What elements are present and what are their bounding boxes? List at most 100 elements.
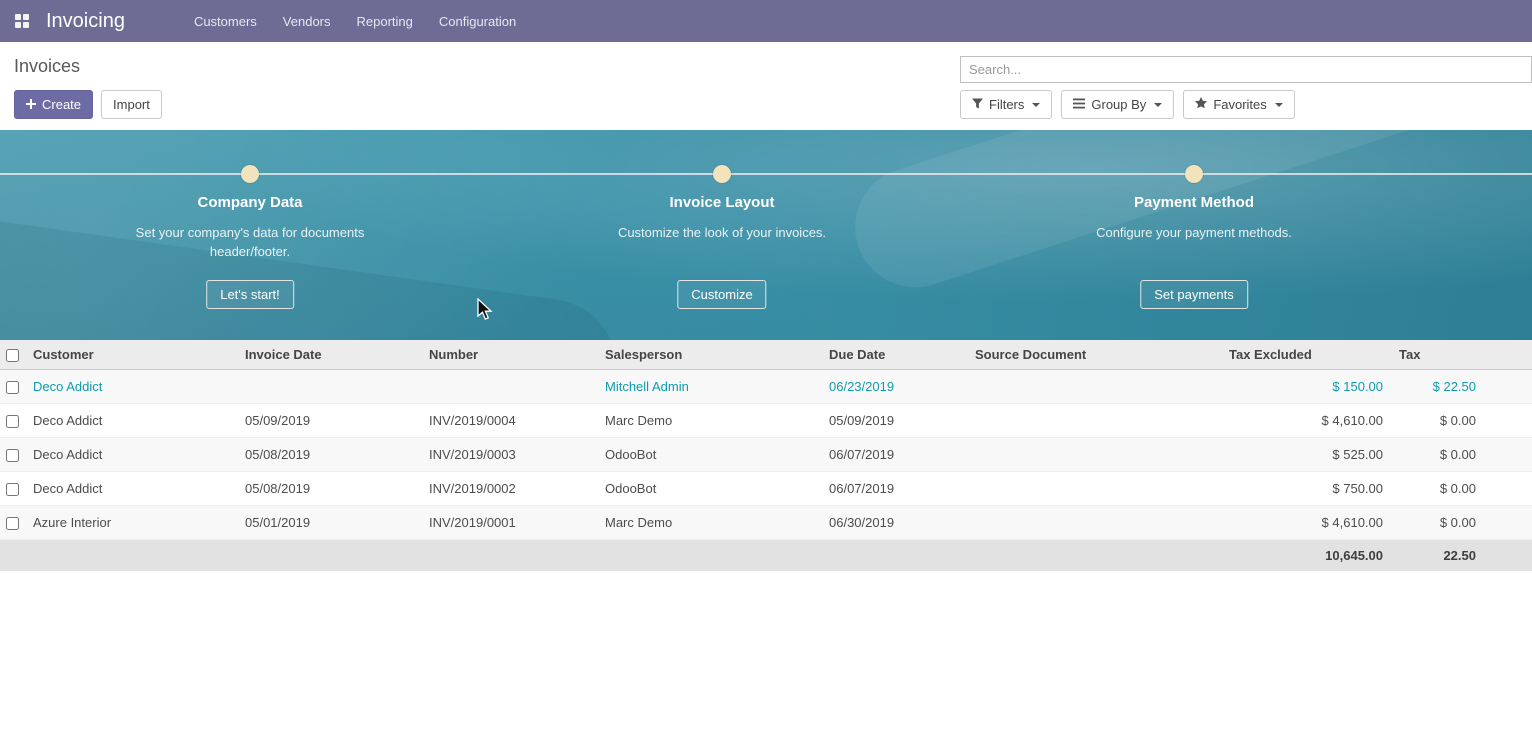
column-header-invoice-date[interactable]: Invoice Date <box>237 340 421 370</box>
cell-customer[interactable]: Deco Addict <box>25 438 237 472</box>
import-button[interactable]: Import <box>101 90 162 119</box>
cell-invoice-date[interactable]: 05/08/2019 <box>237 438 421 472</box>
cell-salesperson[interactable]: OdooBot <box>597 438 821 472</box>
cell-customer[interactable]: Deco Addict <box>25 472 237 506</box>
cell-tax-excluded[interactable]: $ 4,610.00 <box>1221 506 1391 540</box>
cell-number[interactable]: INV/2019/0004 <box>421 404 597 438</box>
cell-due-date[interactable]: 06/07/2019 <box>821 438 967 472</box>
cell-tax-excluded[interactable]: $ 150.00 <box>1221 370 1391 404</box>
totals-tax: 22.50 <box>1391 540 1484 572</box>
cell-source-document[interactable] <box>967 506 1221 540</box>
nav-item-configuration[interactable]: Configuration <box>426 0 529 42</box>
row-checkbox[interactable] <box>6 449 19 462</box>
totals-empty-cell <box>1484 540 1532 572</box>
cell-filler <box>1484 438 1532 472</box>
cell-tax-excluded[interactable]: $ 4,610.00 <box>1221 404 1391 438</box>
cell-number[interactable]: INV/2019/0002 <box>421 472 597 506</box>
cell-tax-excluded[interactable]: $ 525.00 <box>1221 438 1391 472</box>
cell-tax[interactable]: $ 0.00 <box>1391 506 1484 540</box>
lets-start-button[interactable]: Let's start! <box>206 280 294 309</box>
nav-item-reporting[interactable]: Reporting <box>344 0 426 42</box>
cell-due-date[interactable]: 06/23/2019 <box>821 370 967 404</box>
table-row[interactable]: Deco Addict 05/08/2019 INV/2019/0002 Odo… <box>0 472 1532 506</box>
totals-empty-cell <box>25 540 237 572</box>
search-input[interactable] <box>960 56 1532 83</box>
cell-tax[interactable]: $ 0.00 <box>1391 438 1484 472</box>
search-option-buttons: Filters Group By Favorites <box>960 90 1295 119</box>
control-panel: Invoices Create Import Filters Group By <box>0 42 1532 130</box>
cell-salesperson[interactable]: Marc Demo <box>597 404 821 438</box>
caret-down-icon <box>1154 103 1162 107</box>
table-row[interactable]: Deco Addict Mitchell Admin 06/23/2019 $ … <box>0 370 1532 404</box>
action-buttons: Create Import <box>14 90 162 119</box>
page-title: Invoices <box>14 56 80 77</box>
cell-tax[interactable]: $ 0.00 <box>1391 404 1484 438</box>
star-icon <box>1195 97 1207 112</box>
customize-button[interactable]: Customize <box>677 280 766 309</box>
filters-button[interactable]: Filters <box>960 90 1052 119</box>
cell-number[interactable] <box>421 370 597 404</box>
row-checkbox-cell <box>0 370 25 404</box>
column-header-source-document[interactable]: Source Document <box>967 340 1221 370</box>
caret-down-icon <box>1275 103 1283 107</box>
cell-invoice-date[interactable]: 05/08/2019 <box>237 472 421 506</box>
column-header-salesperson[interactable]: Salesperson <box>597 340 821 370</box>
cell-source-document[interactable] <box>967 370 1221 404</box>
nav-item-vendors[interactable]: Vendors <box>270 0 344 42</box>
main-menu: Customers Vendors Reporting Configuratio… <box>181 0 529 42</box>
column-header-tax-excluded[interactable]: Tax Excluded <box>1221 340 1391 370</box>
cell-invoice-date[interactable]: 05/01/2019 <box>237 506 421 540</box>
cell-number[interactable]: INV/2019/0001 <box>421 506 597 540</box>
cell-invoice-date[interactable]: 05/09/2019 <box>237 404 421 438</box>
row-checkbox-cell <box>0 404 25 438</box>
column-header-tax[interactable]: Tax <box>1391 340 1484 370</box>
cell-due-date[interactable]: 05/09/2019 <box>821 404 967 438</box>
table-row[interactable]: Deco Addict 05/09/2019 INV/2019/0004 Mar… <box>0 404 1532 438</box>
row-checkbox[interactable] <box>6 483 19 496</box>
row-checkbox[interactable] <box>6 415 19 428</box>
app-title[interactable]: Invoicing <box>46 10 125 33</box>
cell-salesperson[interactable]: Marc Demo <box>597 506 821 540</box>
cell-tax[interactable]: $ 22.50 <box>1391 370 1484 404</box>
filter-icon <box>972 97 983 112</box>
cell-source-document[interactable] <box>967 404 1221 438</box>
cell-salesperson[interactable]: OdooBot <box>597 472 821 506</box>
totals-tax-excluded: 10,645.00 <box>1221 540 1391 572</box>
cell-customer[interactable]: Deco Addict <box>25 370 237 404</box>
cell-tax[interactable]: $ 0.00 <box>1391 472 1484 506</box>
row-checkbox-cell <box>0 438 25 472</box>
plus-icon <box>26 97 36 112</box>
cell-tax-excluded[interactable]: $ 750.00 <box>1221 472 1391 506</box>
cell-customer[interactable]: Deco Addict <box>25 404 237 438</box>
group-by-button-label: Group By <box>1091 97 1146 112</box>
cell-source-document[interactable] <box>967 472 1221 506</box>
cell-due-date[interactable]: 06/07/2019 <box>821 472 967 506</box>
column-header-number[interactable]: Number <box>421 340 597 370</box>
select-all-checkbox[interactable] <box>6 349 19 362</box>
apps-grid-icon[interactable] <box>10 9 34 33</box>
onboarding-step-payment-method: Payment Method Configure your payment me… <box>1044 130 1344 340</box>
column-header-customer[interactable]: Customer <box>25 340 237 370</box>
row-checkbox[interactable] <box>6 381 19 394</box>
step-title: Invoice Layout <box>572 194 872 211</box>
nav-item-customers[interactable]: Customers <box>181 0 270 42</box>
cell-number[interactable]: INV/2019/0003 <box>421 438 597 472</box>
cell-source-document[interactable] <box>967 438 1221 472</box>
set-payments-button[interactable]: Set payments <box>1140 280 1248 309</box>
row-checkbox[interactable] <box>6 517 19 530</box>
table-header-row: Customer Invoice Date Number Salesperson… <box>0 340 1532 370</box>
step-description: Set your company's data for documents he… <box>134 223 366 261</box>
cell-salesperson[interactable]: Mitchell Admin <box>597 370 821 404</box>
create-button[interactable]: Create <box>14 90 93 119</box>
table-row[interactable]: Deco Addict 05/08/2019 INV/2019/0003 Odo… <box>0 438 1532 472</box>
cell-filler <box>1484 404 1532 438</box>
group-by-button[interactable]: Group By <box>1061 90 1174 119</box>
column-header-due-date[interactable]: Due Date <box>821 340 967 370</box>
table-row[interactable]: Azure Interior 05/01/2019 INV/2019/0001 … <box>0 506 1532 540</box>
cell-customer[interactable]: Azure Interior <box>25 506 237 540</box>
totals-empty-cell <box>0 540 25 572</box>
cell-due-date[interactable]: 06/30/2019 <box>821 506 967 540</box>
cell-invoice-date[interactable] <box>237 370 421 404</box>
totals-empty-cell <box>967 540 1221 572</box>
favorites-button[interactable]: Favorites <box>1183 90 1294 119</box>
